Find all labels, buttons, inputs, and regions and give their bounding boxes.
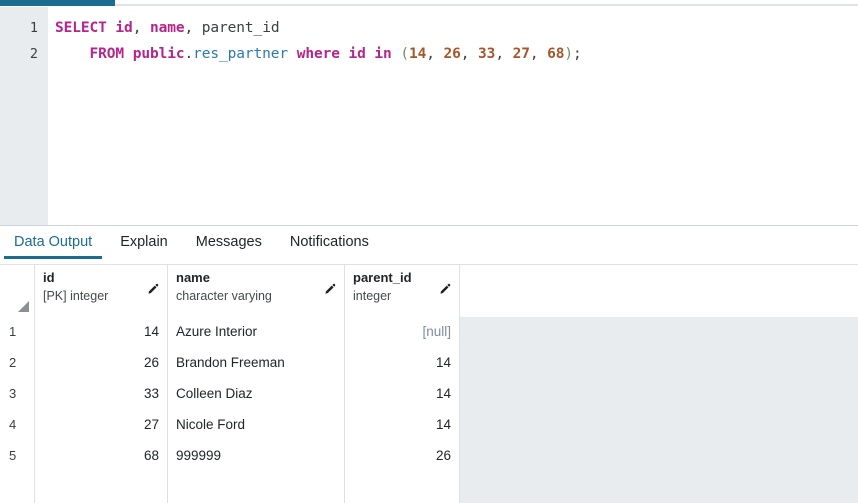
tab-strip-baseline [115,4,858,6]
sql-token-where-column: id [348,46,366,62]
data-output-grid[interactable]: id [PK] integer name character varying p… [0,265,858,503]
cell-parent-id[interactable]: 14 [345,348,460,379]
pencil-icon[interactable] [323,283,337,297]
column-header-id[interactable]: id [PK] integer [35,265,168,317]
cell-name[interactable]: Azure Interior [168,317,345,348]
row-filler [460,348,858,379]
tab-notifications[interactable]: Notifications [276,228,383,259]
tab-label: Messages [195,234,262,250]
column-name: name [176,270,210,285]
table-row[interactable]: 5 68 999999 26 [0,441,858,472]
active-query-tab-indicator[interactable] [0,0,115,6]
grid-header-row: id [PK] integer name character varying p… [0,265,858,317]
cell-id[interactable]: 33 [35,379,168,410]
cell-name[interactable] [168,472,345,503]
cell-id[interactable]: 14 [35,317,168,348]
row-filler [460,410,858,441]
sql-token-column-name: name [149,20,185,36]
cell-id[interactable] [35,472,168,503]
sql-token-select: SELECT [55,20,107,36]
cell-id[interactable]: 68 [35,441,168,472]
line-number: 2 [29,46,38,62]
row-number[interactable]: 1 [0,317,35,348]
sql-token-comma: , [184,20,194,36]
editor-line-number-gutter: 1 2 [0,7,48,225]
grid-select-all-corner[interactable] [0,265,35,317]
row-number[interactable]: 3 [0,379,35,410]
sql-token-column-id: id [115,20,133,36]
sql-token-paren-open: ( [400,46,409,62]
sql-token-value: 26 [443,46,461,62]
column-name: id [43,270,55,285]
cell-name[interactable]: 999999 [168,441,345,472]
column-name: parent_id [353,270,412,285]
sql-token-semicolon: ; [573,46,582,62]
line-number: 1 [29,20,38,36]
sql-editor-pane[interactable]: 1 2 SELECT id, name, parent_id FROM publ… [0,7,858,225]
sql-token-schema: public [132,46,185,62]
table-row-empty[interactable] [0,472,858,503]
row-number[interactable] [0,472,35,503]
table-row[interactable]: 4 27 Nicole Ford 14 [0,410,858,441]
cell-id[interactable]: 27 [35,410,168,441]
sql-token-in: in [374,46,392,62]
sql-token-value: 68 [547,46,565,62]
results-tab-bar: Data Output Explain Messages Notificatio… [0,228,858,265]
tab-data-output[interactable]: Data Output [0,228,106,259]
sql-token-value: 14 [408,46,427,62]
sql-token-value: 27 [512,46,530,62]
column-header-name[interactable]: name character varying [168,265,345,317]
row-filler [460,472,858,503]
sql-token-where: where [296,46,340,62]
column-header-parent-id[interactable]: parent_id integer [345,265,460,317]
sql-token-from: FROM [89,46,125,62]
row-number[interactable]: 4 [0,410,35,441]
sql-token-paren-close: ) [564,46,574,62]
row-filler [460,379,858,410]
cell-name[interactable]: Nicole Ford [168,410,345,441]
column-type: [PK] integer [43,289,109,303]
cell-parent-id[interactable]: 14 [345,410,460,441]
row-filler [460,317,858,348]
column-type: integer [353,289,392,303]
pencil-icon[interactable] [146,283,160,297]
tab-explain[interactable]: Explain [106,228,182,259]
sql-token-column-parent-id: parent_id [201,20,280,36]
cell-parent-id[interactable]: [null] [345,317,460,348]
tab-label: Notifications [289,234,369,250]
tab-messages[interactable]: Messages [182,228,276,259]
cell-id[interactable]: 26 [35,348,168,379]
cell-parent-id[interactable]: 26 [345,441,460,472]
sql-token-table: res_partner [193,46,289,62]
grid-header-filler [460,265,858,317]
cell-name[interactable]: Brandon Freeman [168,348,345,379]
row-filler [460,441,858,472]
table-row[interactable]: 1 14 Azure Interior [null] [0,317,858,348]
table-row[interactable]: 3 33 Colleen Diaz 14 [0,379,858,410]
sql-token-value: 33 [478,46,496,62]
cell-parent-id[interactable]: 14 [345,379,460,410]
cell-parent-id[interactable] [345,472,460,503]
row-number[interactable]: 5 [0,441,35,472]
cell-name[interactable]: Colleen Diaz [168,379,345,410]
sql-token-dot: . [184,46,194,62]
table-row[interactable]: 2 26 Brandon Freeman 14 [0,348,858,379]
sql-code-text[interactable]: SELECT id, name, parent_id FROM public.r… [55,15,850,67]
sort-triangle-icon [18,301,29,312]
pencil-icon[interactable] [438,283,452,297]
tab-label: Explain [120,234,168,250]
tab-label: Data Output [14,234,93,250]
query-tab-strip [0,0,858,7]
column-type: character varying [176,289,272,303]
row-number[interactable]: 2 [0,348,35,379]
